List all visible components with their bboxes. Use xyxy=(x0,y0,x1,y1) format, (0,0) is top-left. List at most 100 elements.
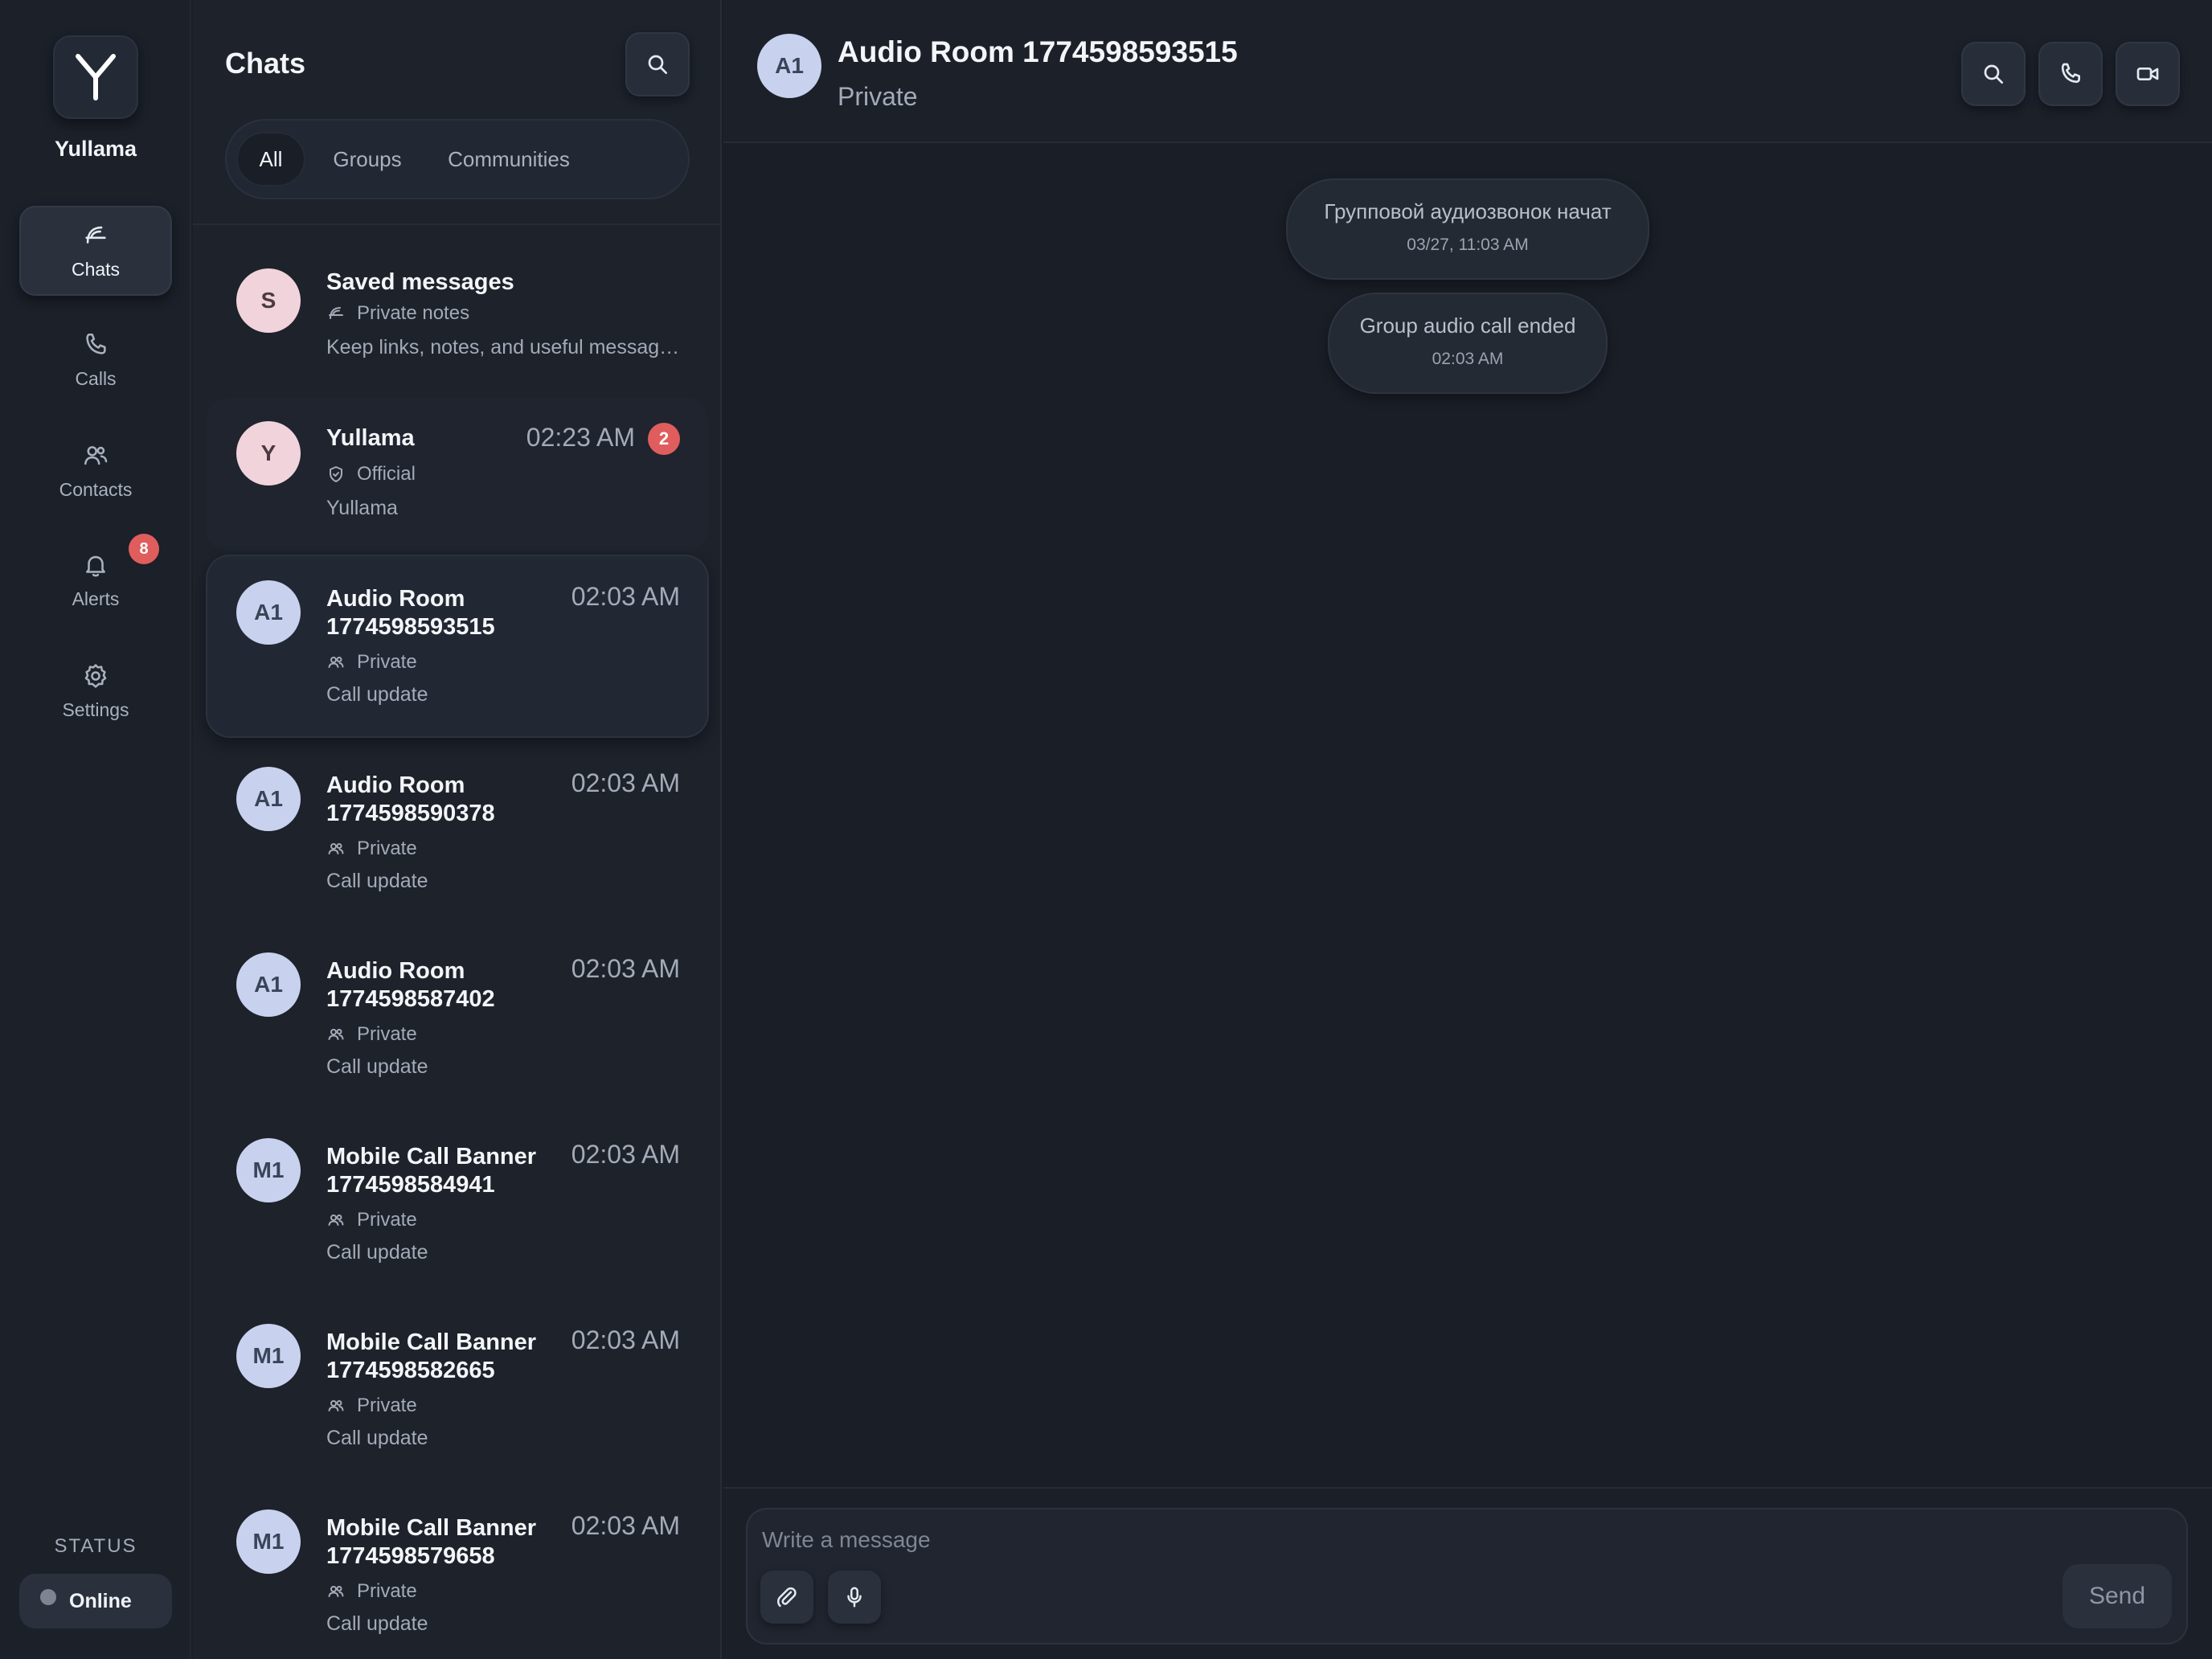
chat-meta: Private xyxy=(326,1580,417,1603)
conversation-subtitle: Private xyxy=(838,82,918,111)
chat-meta: Private xyxy=(326,651,417,674)
chat-meta-label: Private xyxy=(357,1395,417,1416)
avatar: A1 xyxy=(236,952,301,1017)
chat-list-title: Chats xyxy=(225,47,306,80)
search-icon xyxy=(648,55,667,74)
avatar: S xyxy=(236,268,301,333)
app-name: Yullama xyxy=(54,137,137,161)
chat-icon xyxy=(85,226,106,244)
video-call-button[interactable] xyxy=(2116,42,2180,106)
chat-item-audio-room-1774598593515[interactable]: A1 Audio Room 1774598593515 02:03 AM Pri… xyxy=(206,555,709,738)
attach-button[interactable] xyxy=(760,1571,813,1624)
shield-icon xyxy=(330,466,342,482)
chat-name: Mobile Call Banner 1774598582665 xyxy=(326,1329,537,1383)
avatar: Y xyxy=(236,421,301,485)
users-icon xyxy=(328,657,344,668)
chat-preview: Yullama xyxy=(326,497,398,519)
unread-count-badge: 2 xyxy=(648,423,680,455)
status-selector[interactable]: Online xyxy=(19,1574,172,1628)
system-message: Групповой аудиозвонок начат 03/27, 11:03… xyxy=(1286,178,1649,280)
status-value: Online xyxy=(69,1589,132,1612)
chat-list-panel: Chats All Groups Communities S Saved mes… xyxy=(193,0,722,1659)
chat-meta-label: Private xyxy=(357,1580,417,1602)
avatar: A1 xyxy=(236,767,301,831)
left-nav-rail: Yullama Chats Calls Contacts Alerts 8 Se… xyxy=(0,0,191,1659)
tab-groups[interactable]: Groups xyxy=(317,132,418,186)
chat-time: 02:03 AM xyxy=(571,1325,680,1354)
video-camera-icon xyxy=(2136,68,2159,80)
users-icon xyxy=(328,843,344,854)
avatar: M1 xyxy=(236,1509,301,1574)
chat-item-yullama[interactable]: Y Yullama 02:23 AM 2 Official Yullama xyxy=(206,397,709,551)
message-input[interactable] xyxy=(762,1522,2128,1558)
chat-preview: Keep links, notes, and useful messages xyxy=(326,336,680,358)
voice-message-button[interactable] xyxy=(828,1571,881,1624)
tab-all[interactable]: All xyxy=(236,132,305,186)
chat-meta: Private xyxy=(326,1395,417,1417)
composer-area: Send xyxy=(723,1487,2212,1659)
chat-item-mobile-call-banner-1774598582665[interactable]: M1 Mobile Call Banner 1774598582665 02:0… xyxy=(206,1298,709,1481)
chat-preview: Call update xyxy=(326,1241,428,1264)
tab-communities[interactable]: Communities xyxy=(432,132,585,186)
chat-time: 02:23 AM xyxy=(526,423,635,452)
chat-meta-label: Private xyxy=(357,651,417,673)
system-message-time: 02:03 AM xyxy=(1432,350,1504,368)
chat-meta-label: Official xyxy=(357,463,416,485)
phone-icon xyxy=(2061,63,2080,84)
send-button[interactable]: Send xyxy=(2062,1564,2172,1628)
nav-item-alerts[interactable]: Alerts 8 xyxy=(19,534,172,625)
chat-preview: Call update xyxy=(326,870,428,892)
nav-item-settings[interactable]: Settings xyxy=(19,646,172,736)
conversation-panel: A1 Audio Room 1774598593515 Private Груп… xyxy=(723,0,2212,1659)
avatar: M1 xyxy=(236,1324,301,1388)
chat-time: 02:03 AM xyxy=(571,768,680,797)
chat-name: Audio Room 1774598590378 xyxy=(326,772,495,826)
chat-item-saved-messages[interactable]: S Saved messages Private notes Keep link… xyxy=(206,241,709,386)
paperclip-icon xyxy=(777,1587,797,1608)
chat-name: Mobile Call Banner 1774598579658 xyxy=(326,1515,537,1569)
chat-time: 02:03 AM xyxy=(571,1511,680,1540)
users-icon xyxy=(328,1029,344,1040)
chat-meta: Private xyxy=(326,838,417,860)
bell-icon xyxy=(86,555,105,576)
alerts-count-badge: 8 xyxy=(129,534,159,564)
chat-preview: Call update xyxy=(326,1612,428,1635)
status-dot-icon xyxy=(40,1589,56,1605)
avatar: A1 xyxy=(236,580,301,645)
chat-item-mobile-call-banner-1774598584941[interactable]: M1 Mobile Call Banner 1774598584941 02:0… xyxy=(206,1112,709,1296)
chat-filter-tabs: All Groups Communities xyxy=(225,119,690,199)
logo-icon xyxy=(76,54,116,100)
users-icon xyxy=(328,1400,344,1411)
chat-item-audio-room-1774598590378[interactable]: A1 Audio Room 1774598590378 02:03 AM Pri… xyxy=(206,741,709,924)
conversation-avatar[interactable]: A1 xyxy=(757,34,821,98)
system-message-text: Group audio call ended xyxy=(1359,313,1576,338)
avatar: M1 xyxy=(236,1138,301,1202)
nav-label-contacts: Contacts xyxy=(59,478,133,500)
nav-item-chats[interactable]: Chats xyxy=(19,206,172,296)
chat-meta-label: Private xyxy=(357,838,417,859)
chat-name: Saved messages xyxy=(326,269,514,295)
chat-search-button[interactable] xyxy=(625,32,690,96)
chat-list-header: Chats All Groups Communities xyxy=(193,0,722,225)
nav-item-contacts[interactable]: Contacts xyxy=(19,426,172,516)
chat-name: Audio Room 1774598593515 xyxy=(326,586,495,640)
system-message: Group audio call ended 02:03 AM xyxy=(1328,293,1608,394)
app-logo[interactable] xyxy=(53,35,138,119)
audio-call-button[interactable] xyxy=(2038,42,2103,106)
nav-label-chats: Chats xyxy=(71,258,121,280)
chat-meta: Official xyxy=(326,463,416,485)
nav-label-alerts: Alerts xyxy=(72,588,120,609)
chat-time: 02:03 AM xyxy=(571,582,680,611)
chat-name: Yullama xyxy=(326,425,415,451)
conversation-search-button[interactable] xyxy=(1961,42,2026,106)
chat-preview: Call update xyxy=(326,1055,428,1078)
chat-time: 02:03 AM xyxy=(571,954,680,983)
nav-label-settings: Settings xyxy=(62,698,129,720)
chat-item-audio-room-1774598587402[interactable]: A1 Audio Room 1774598587402 02:03 AM Pri… xyxy=(206,927,709,1110)
chat-meta-label: Private notes xyxy=(357,302,470,324)
system-message-time: 03/27, 11:03 AM xyxy=(1407,236,1529,254)
chat-item-mobile-call-banner-1774598579658[interactable]: M1 Mobile Call Banner 1774598579658 02:0… xyxy=(206,1484,709,1659)
nav-item-calls[interactable]: Calls xyxy=(19,315,172,405)
phone-icon xyxy=(86,333,106,354)
conversation-header: A1 Audio Room 1774598593515 Private xyxy=(723,0,2212,143)
